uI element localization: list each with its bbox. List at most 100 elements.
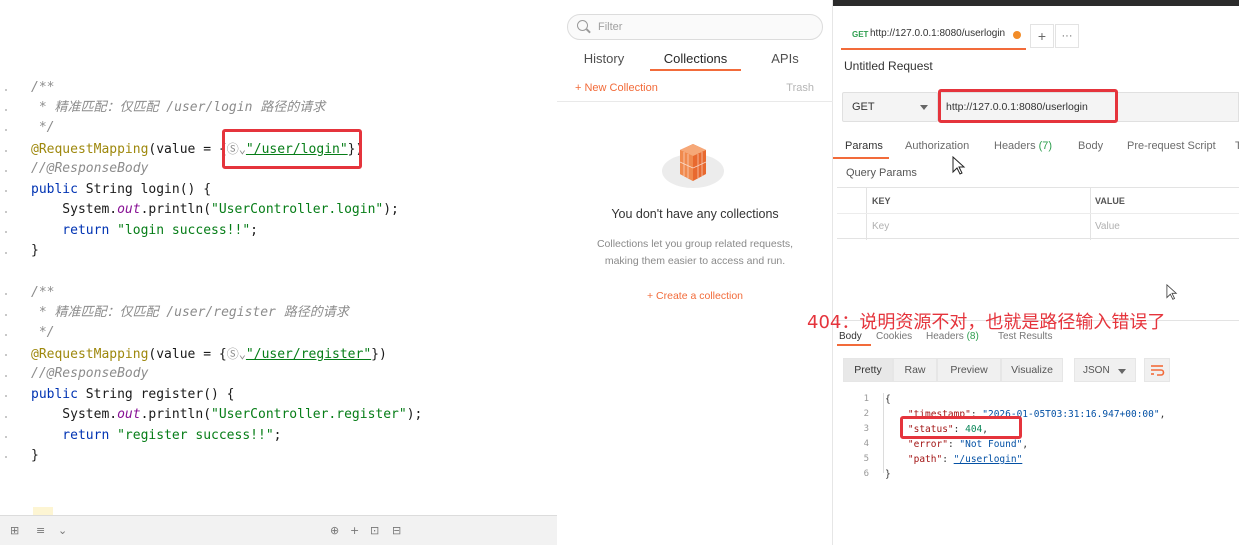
code-line-doc-comment: * 精准匹配：仅匹配 /user/login 路径的请求 (31, 100, 326, 115)
code-line-commented-annotation: //@ResponseBody (31, 366, 149, 381)
request-tab[interactable]: GET http://127.0.0.1:8080/userlogin (841, 22, 1026, 50)
gutter-marker (5, 375, 7, 377)
line-number: 2 (863, 409, 869, 419)
tab-params[interactable]: Params (845, 140, 883, 152)
format-pretty-button[interactable]: Pretty (843, 358, 893, 382)
divider (557, 101, 833, 102)
tab-pre-request-script[interactable]: Pre-request Script (1127, 140, 1216, 152)
signature-rest: String login() { (77, 182, 212, 197)
code-line-doc-open: /** (31, 80, 55, 95)
new-collection-button[interactable]: + New Collection (575, 82, 658, 94)
gutter-marker (5, 416, 7, 418)
format-select-value: JSON (1083, 365, 1110, 376)
active-tab-indicator (833, 157, 889, 159)
wrap-icon (1151, 365, 1165, 376)
highlight-box-status (900, 416, 1022, 439)
trash-link[interactable]: Trash (786, 82, 814, 94)
headers-count-badge: (7) (1038, 140, 1053, 152)
postman-sidebar: Filter History Collections APIs + New Co… (557, 0, 833, 545)
query-params-heading: Query Params (846, 167, 917, 179)
tool-icon[interactable]: ⊟ (392, 524, 401, 537)
return-semicolon: ; (250, 223, 258, 238)
println-close: ); (406, 407, 423, 422)
keyword-return: return (31, 428, 110, 443)
tool-icon[interactable]: + (350, 524, 359, 537)
println-out: out (117, 202, 141, 217)
annotation-keyword: @RequestMapping (31, 347, 149, 362)
return-string: "login success!!" (109, 223, 251, 238)
json-link[interactable]: "/userlogin" (954, 454, 1023, 465)
new-tab-button[interactable]: + (1030, 24, 1054, 48)
filter-input[interactable]: Filter (567, 14, 823, 40)
request-tab-method: GET (852, 30, 869, 39)
tab-authorization[interactable]: Authorization (905, 140, 969, 152)
url-mapping-hint-icon[interactable]: Ⓢ⌄ (227, 347, 246, 361)
gutter-marker (5, 129, 7, 131)
format-visualize-button[interactable]: Visualize (1001, 358, 1063, 382)
tab-tests[interactable]: T (1235, 140, 1239, 152)
keyword-public: public (31, 387, 78, 402)
println-call: .println( (140, 407, 212, 422)
keyword-return: return (31, 223, 110, 238)
code-line-println: System.out.println("UserController.regis… (31, 405, 422, 425)
editor-bottom-toolbar: ⊞ ≡ ⌄ ⊕ + ⊡ ⊟ (0, 515, 557, 545)
code-line-return: return "login success!!"; (31, 221, 258, 241)
method-select[interactable]: GET (842, 92, 938, 122)
tab-body[interactable]: Body (1078, 140, 1103, 152)
empty-state-title: You don't have any collections (611, 207, 779, 221)
gutter-marker (5, 436, 7, 438)
mapping-path-string[interactable]: "/user/register" (246, 347, 371, 362)
json-key: "path" (907, 454, 943, 465)
tool-icon[interactable]: ⊡ (370, 524, 379, 537)
tool-icon[interactable]: ⊕ (330, 524, 339, 537)
table-divider (837, 213, 1239, 214)
gutter-marker (5, 89, 7, 91)
println-out: out (117, 407, 141, 422)
code-editor[interactable]: /** * 精准匹配：仅匹配 /user/login 路径的请求 */ @Req… (0, 0, 557, 545)
param-key-input[interactable]: Key (872, 221, 889, 232)
chevron-down-icon[interactable]: ⌄ (58, 524, 67, 537)
more-tabs-button[interactable]: ··· (1055, 24, 1079, 48)
wrap-lines-button[interactable] (1144, 358, 1170, 382)
create-collection-link[interactable]: + Create a collection (557, 290, 833, 302)
println-prefix: System. (31, 202, 118, 217)
line-number: 3 (863, 424, 869, 434)
code-line-request-mapping-register: @RequestMapping(value = {Ⓢ⌄"/user/regist… (31, 344, 387, 364)
format-preview-button[interactable]: Preview (937, 358, 1001, 382)
request-tab-url: http://127.0.0.1:8080/userlogin (870, 28, 1006, 39)
line-number: 5 (863, 454, 869, 464)
gutter-marker (5, 109, 7, 111)
format-select[interactable]: JSON (1074, 358, 1136, 382)
code-line-doc-open: /** (31, 285, 55, 300)
column-header-key: KEY (872, 196, 891, 206)
table-divider (1090, 188, 1091, 240)
chevron-down-icon (920, 105, 928, 110)
line-number: 1 (863, 394, 869, 404)
line-number: 6 (863, 469, 869, 479)
param-value-input[interactable]: Value (1095, 221, 1120, 232)
method-value: GET (852, 101, 875, 113)
annotation-404-note: 404：说明资源不对，也就是路径输入错误了 (807, 312, 1166, 333)
mouse-cursor-icon (952, 156, 966, 175)
json-line-path: "path": "/userlogin" (907, 454, 1023, 465)
tab-headers-label: Headers (994, 140, 1036, 152)
tab-headers[interactable]: Headers (7) (994, 140, 1052, 152)
tab-collections[interactable]: Collections (650, 51, 741, 66)
tab-history[interactable]: History (577, 51, 631, 66)
code-line-close-brace: } (31, 448, 39, 463)
signature-rest: String register() { (77, 387, 235, 402)
println-prefix: System. (31, 407, 118, 422)
highlight-box-url (938, 89, 1118, 123)
tab-apis[interactable]: APIs (765, 51, 805, 66)
unsaved-dot-icon (1013, 31, 1021, 39)
grid-icon[interactable]: ⊞ (10, 524, 19, 537)
highlight-box-mapping-path (222, 129, 362, 169)
align-icon[interactable]: ≡ (36, 524, 45, 537)
mouse-cursor-icon (1166, 284, 1178, 300)
code-line-commented-annotation: //@ResponseBody (31, 161, 149, 176)
json-line-error: "error": "Not Found", (907, 439, 1029, 450)
annotation-keyword: @RequestMapping (31, 142, 149, 157)
return-semicolon: ; (273, 428, 282, 443)
gutter-marker (5, 293, 7, 295)
format-raw-button[interactable]: Raw (893, 358, 937, 382)
